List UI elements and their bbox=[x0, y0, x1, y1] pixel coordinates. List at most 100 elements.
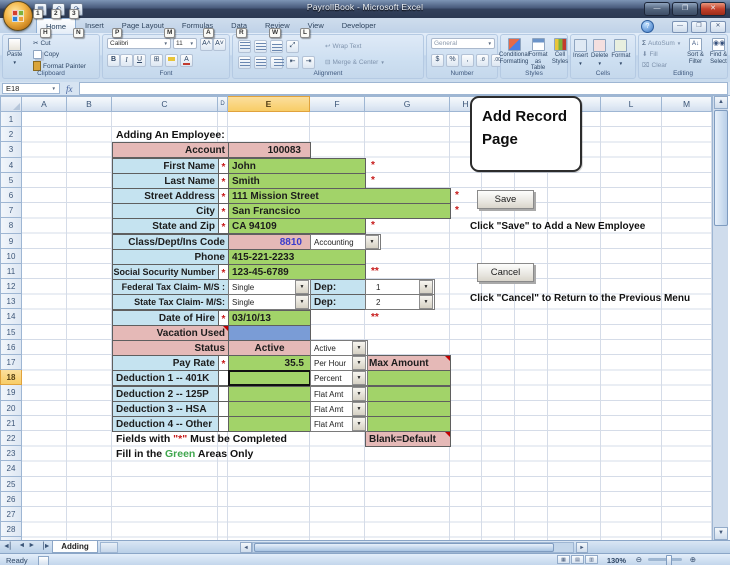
conditional-formatting-button[interactable]: Conditional Formatting bbox=[503, 38, 525, 72]
dropdown-arrow-icon[interactable]: ▼ bbox=[352, 371, 366, 385]
cancel-button[interactable]: Cancel bbox=[477, 263, 534, 282]
row-header-20[interactable]: 20 bbox=[0, 401, 22, 416]
ded2-type-dropdown[interactable]: Flat Amt▼ bbox=[310, 386, 368, 402]
row-header-18[interactable]: 18 bbox=[0, 370, 22, 385]
ded2-input-cell[interactable] bbox=[228, 386, 311, 402]
number-format-combo[interactable]: General▼ bbox=[431, 38, 495, 49]
row-header-25[interactable]: 25 bbox=[0, 477, 22, 492]
insert-cells-button[interactable]: Insert▼ bbox=[573, 39, 588, 67]
ded3-input-cell[interactable] bbox=[228, 401, 311, 417]
next-sheet-icon[interactable]: ► bbox=[28, 542, 35, 550]
format-as-table-button[interactable]: Format as Table bbox=[527, 38, 549, 72]
account-value-cell[interactable]: 100083 bbox=[228, 142, 311, 158]
row-header-15[interactable]: 15 bbox=[0, 325, 22, 340]
row-header-21[interactable]: 21 bbox=[0, 416, 22, 431]
comma-format-icon[interactable]: , bbox=[461, 54, 474, 67]
name-box[interactable]: E18▼ bbox=[2, 83, 60, 94]
copy-button[interactable]: Copy bbox=[33, 50, 86, 59]
last-sheet-icon[interactable]: ▕► bbox=[38, 542, 50, 550]
italic-button[interactable]: I bbox=[120, 54, 133, 67]
zoom-out-icon[interactable]: ⊖ bbox=[636, 555, 642, 564]
dropdown-arrow-icon[interactable]: ▼ bbox=[352, 387, 366, 401]
borders-icon[interactable]: ⊞ bbox=[150, 54, 163, 67]
row-header-4[interactable]: 4 bbox=[0, 158, 22, 173]
dropdown-arrow-icon[interactable]: ▼ bbox=[352, 417, 366, 431]
row-header-13[interactable]: 13 bbox=[0, 294, 22, 309]
autosum-button[interactable]: ΣAutoSum▼ bbox=[642, 39, 681, 48]
grow-font-button[interactable]: A˄ bbox=[200, 38, 213, 51]
ded1-max-cell[interactable] bbox=[365, 370, 451, 386]
zoom-level[interactable]: 130% bbox=[607, 556, 626, 565]
row-header-27[interactable]: 27 bbox=[0, 507, 22, 522]
row-header-8[interactable]: 8 bbox=[0, 218, 22, 233]
ded2-max-cell[interactable] bbox=[365, 386, 451, 402]
ded1-input-cell-selected[interactable] bbox=[228, 370, 311, 386]
phone-input-cell[interactable]: 415-221-2233 bbox=[228, 249, 366, 265]
workbook-minimize-button[interactable]: — bbox=[672, 21, 688, 33]
vertical-scrollbar[interactable]: ▲ ▼ bbox=[712, 96, 728, 540]
pay-rate-unit-dropdown[interactable]: Per Hour▼ bbox=[310, 355, 368, 371]
last-name-input-cell[interactable]: Smith bbox=[228, 173, 366, 189]
dropdown-arrow-icon[interactable]: ▼ bbox=[295, 295, 309, 309]
prev-sheet-icon[interactable]: ◄ bbox=[18, 542, 25, 550]
row-header-16[interactable]: 16 bbox=[0, 340, 22, 355]
row-header-1[interactable]: 1 bbox=[0, 112, 22, 127]
zoom-slider[interactable] bbox=[648, 558, 682, 561]
dropdown-arrow-icon[interactable]: ▼ bbox=[295, 280, 309, 294]
tab-formulas[interactable]: Formulas bbox=[173, 18, 222, 33]
cell-styles-button[interactable]: Cell Styles bbox=[551, 38, 569, 72]
row-header-22[interactable]: 22 bbox=[0, 431, 22, 446]
scroll-right-icon[interactable]: ► bbox=[576, 542, 588, 553]
row-header-12[interactable]: 12 bbox=[0, 279, 22, 294]
row-header-24[interactable]: 24 bbox=[0, 461, 22, 476]
macro-record-icon[interactable] bbox=[38, 556, 49, 565]
dropdown-arrow-icon[interactable]: ▼ bbox=[419, 280, 433, 294]
state-zip-input-cell[interactable]: CA 94109 bbox=[228, 218, 366, 234]
align-center-icon[interactable] bbox=[254, 56, 267, 69]
row-header-5[interactable]: 5 bbox=[0, 173, 22, 188]
clear-button[interactable]: ⌧Clear bbox=[642, 61, 681, 70]
paste-button[interactable]: Paste▼ bbox=[7, 38, 22, 66]
select-all-button[interactable] bbox=[0, 96, 22, 112]
status-value-cell[interactable]: Active bbox=[228, 340, 311, 356]
fill-button[interactable]: ⬇Fill bbox=[642, 50, 681, 59]
ded1-type-dropdown[interactable]: Percent▼ bbox=[310, 370, 368, 386]
vertical-scroll-thumb[interactable] bbox=[714, 110, 728, 226]
bold-button[interactable]: B bbox=[107, 54, 120, 67]
row-header-10[interactable]: 10 bbox=[0, 249, 22, 264]
minimize-button[interactable]: — bbox=[644, 2, 670, 16]
dropdown-arrow-icon[interactable]: ▼ bbox=[352, 402, 366, 416]
shrink-font-button[interactable]: A˅ bbox=[213, 38, 226, 51]
workbook-close-button[interactable]: ✕ bbox=[710, 21, 726, 33]
cut-button[interactable]: ✂Cut bbox=[33, 39, 86, 48]
row-header-3[interactable]: 3 bbox=[0, 142, 22, 157]
dropdown-arrow-icon[interactable]: ▼ bbox=[419, 295, 433, 309]
delete-cells-button[interactable]: Delete▼ bbox=[591, 39, 608, 67]
dropdown-arrow-icon[interactable]: ▼ bbox=[365, 235, 379, 249]
merge-center-button[interactable]: ⊟Merge & Center▼ bbox=[325, 58, 385, 67]
find-select-button[interactable]: ◉◉ Find & Select bbox=[708, 38, 729, 65]
decrease-indent-icon[interactable]: ⇤ bbox=[286, 56, 299, 69]
street-input-cell[interactable]: 111 Mission Street bbox=[228, 188, 451, 204]
column-header-C[interactable]: C bbox=[112, 96, 218, 112]
row-header-19[interactable]: 19 bbox=[0, 385, 22, 400]
column-header-M[interactable]: M bbox=[662, 96, 712, 112]
state-dep-dropdown[interactable]: 2▼ bbox=[365, 294, 435, 310]
ded3-max-cell[interactable] bbox=[365, 401, 451, 417]
row-header-23[interactable]: 23 bbox=[0, 446, 22, 461]
align-right-icon[interactable] bbox=[270, 56, 283, 69]
page-break-view-icon[interactable]: ▥ bbox=[585, 555, 598, 564]
tab-developer[interactable]: Developer bbox=[333, 18, 385, 33]
class-code-value-cell[interactable]: 8810 bbox=[228, 234, 311, 250]
scroll-down-icon[interactable]: ▼ bbox=[714, 527, 728, 540]
office-button[interactable] bbox=[3, 1, 33, 31]
column-header-B[interactable]: B bbox=[67, 96, 112, 112]
first-name-input-cell[interactable]: John bbox=[228, 158, 366, 174]
ded4-type-dropdown[interactable]: Flat Amt▼ bbox=[310, 416, 368, 432]
orientation-icon[interactable]: ⤢ bbox=[286, 40, 299, 53]
column-header-A[interactable]: A bbox=[22, 96, 67, 112]
insert-worksheet-tab[interactable] bbox=[100, 542, 118, 553]
row-header-2[interactable]: 2 bbox=[0, 127, 22, 142]
class-code-dropdown[interactable]: Accounting▼ bbox=[310, 234, 381, 250]
percent-format-icon[interactable]: % bbox=[446, 54, 459, 67]
